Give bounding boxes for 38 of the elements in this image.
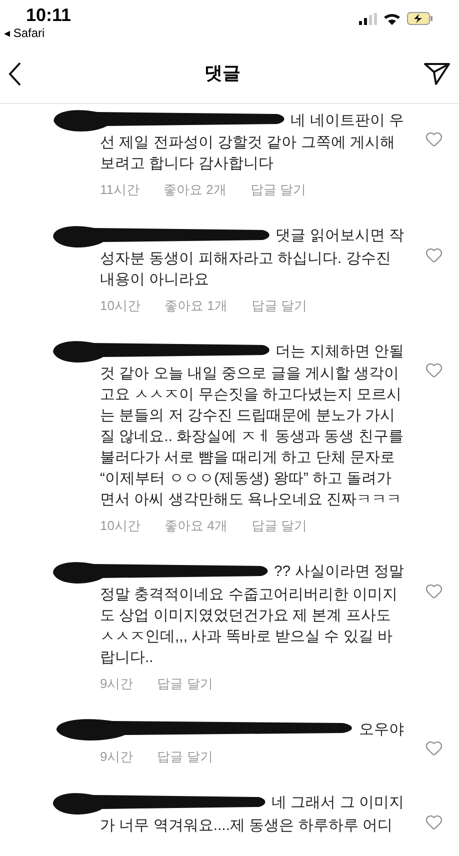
reply-link[interactable]: 답글 달기 [250, 180, 306, 200]
comment-text: 가 너무 역겨워요....제 동생은 하루하루 어디 [99, 816, 394, 836]
reply-link[interactable]: 답글 달기 [157, 747, 213, 766]
back-to-app-link[interactable]: ◂ Safari [4, 26, 72, 40]
comment-time: 10시간 [100, 296, 140, 314]
reply-link[interactable]: 답글 달기 [251, 516, 307, 536]
wifi-icon [383, 12, 401, 25]
back-icon[interactable] [8, 60, 22, 86]
signal-icon [359, 12, 377, 24]
like-icon[interactable] [425, 246, 443, 264]
comment-text: 오우야 [359, 720, 404, 740]
like-icon[interactable] [425, 739, 443, 757]
reply-link[interactable]: 답글 달기 [251, 296, 307, 315]
likes-count[interactable]: 좋아요 2개 [164, 180, 226, 200]
like-icon[interactable] [425, 361, 443, 379]
like-icon[interactable] [425, 130, 443, 148]
comment-text: 댓글 읽어보시면 작 [276, 226, 404, 246]
comment-text: 더는 지체하면 안될 [276, 342, 404, 362]
page-title: 댓글 [204, 62, 240, 85]
likes-count[interactable]: 좋아요 4개 [164, 516, 228, 536]
battery-charging-icon [407, 12, 433, 25]
comment-time: 9시간 [100, 748, 134, 766]
comment-text: 네 그래서 그 이미지 [271, 793, 404, 814]
comment-text: 네 네이트판이 우 [290, 110, 404, 131]
comment-text: 성자분 동생이 피해자라고 하십니다. 강수진 내용이 아니라요 [99, 248, 392, 290]
reply-link[interactable]: 답글 달기 [157, 674, 213, 693]
comment-time: 10시간 [100, 517, 140, 535]
likes-count[interactable]: 좋아요 1개 [164, 296, 228, 315]
like-icon[interactable] [425, 582, 443, 600]
status-time: 10:11 [26, 4, 72, 26]
send-icon[interactable] [423, 62, 451, 86]
comment-time: 11시간 [100, 181, 140, 199]
comment-text: 선 제일 전파성이 강할것 같아 그쪽에 게시해 보려고 합니다 감사합니다 [99, 133, 396, 174]
like-icon[interactable] [425, 812, 443, 830]
comment-text: ?? 사실이라면 정말 [274, 562, 404, 582]
comment-time: 9시간 [100, 674, 134, 692]
comment-text: 것 같아 오늘 내일 중으로 글을 게시할 생각이 고요 ㅅㅅㅈ이 무슨짓을 하고다녔는지 모르시 는 분들의 저 강수진 드립때문에 분노가 가시 질 않네요.. 화장실에 ㅈㅔ 동생과 동생 친구를 불러다가 서로 뺨을 때리게 하고 단체 문자로 “이제부터 ㅇㅇㅇ(제동생) 왕따” 하고 돌려가 면서 아씨 생각만해도 욕나오네요 진짜ㅋㅋㅋ [99, 364, 404, 510]
comment-text: 정말 충격적이네요 수줍고어리버리한 이미지 도 상업 이미지였었던건가요 제 본계 프사도 ㅅㅅㅈ인데,,, 사과 똑바로 받으실 수 있길 바 랍니다.. [99, 584, 399, 668]
